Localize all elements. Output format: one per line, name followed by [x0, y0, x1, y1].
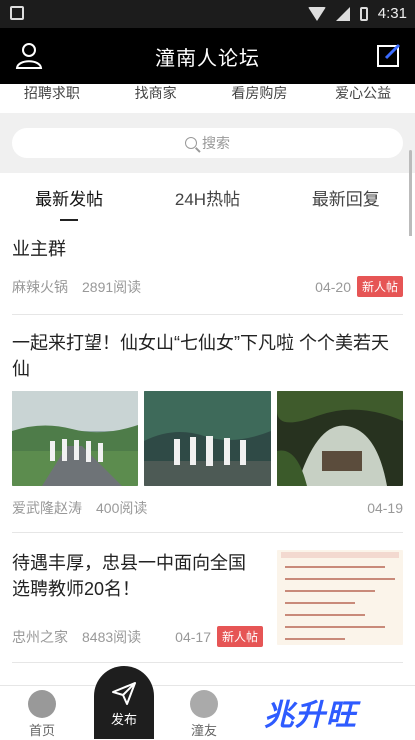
post-date: 04-17 — [175, 628, 211, 645]
notification-icon — [10, 6, 24, 20]
post-item[interactable]: 待遇丰厚，忠县一中面向全国选聘教师20名！ 忠州之家 8483阅读 04-17 … — [0, 550, 415, 650]
new-post-badge: 新人帖 — [216, 626, 263, 647]
category-charity[interactable]: 爱心公益 — [311, 84, 415, 110]
post-meta: 麻辣火锅 2891阅读 04-20 新人帖 — [12, 276, 403, 297]
category-jobs[interactable]: 招聘求职 — [0, 84, 104, 110]
post-image[interactable] — [277, 550, 403, 645]
page-title: 潼南人论坛 — [155, 48, 260, 70]
send-icon — [112, 682, 136, 705]
search-placeholder: 搜索 — [202, 135, 230, 151]
status-time: 4:31 — [377, 5, 407, 22]
search-icon — [185, 137, 197, 149]
nav-home-label: 首页 — [28, 723, 55, 738]
friends-icon — [190, 690, 218, 718]
battery-icon — [359, 6, 368, 21]
post-title[interactable]: 待遇丰厚，忠县一中面向全国选聘教师20名！ — [12, 550, 262, 602]
new-post-badge: 新人帖 — [356, 276, 403, 297]
publish-label: 发布 — [110, 712, 137, 727]
compose-icon[interactable] — [375, 41, 403, 69]
search-input[interactable]: 搜索 — [12, 128, 403, 158]
tab-latest-posts[interactable]: 最新发帖 — [0, 173, 138, 225]
category-housing[interactable]: 看房购房 — [208, 84, 312, 110]
post-image[interactable] — [12, 391, 138, 486]
tab-hot-24h[interactable]: 24H热帖 — [138, 173, 276, 225]
signal-icon — [335, 6, 350, 21]
divider — [12, 662, 403, 663]
divider — [12, 532, 403, 533]
post-reads: 400阅读 — [96, 500, 148, 516]
post-title[interactable]: 业主群 — [12, 236, 403, 262]
nav-friends-label: 潼友 — [190, 723, 217, 738]
post-author[interactable]: 爱武隆赵涛 — [12, 498, 82, 518]
wifi-icon — [307, 6, 326, 21]
category-merchants[interactable]: 找商家 — [104, 84, 208, 110]
tab-latest-replies[interactable]: 最新回复 — [277, 173, 415, 225]
watermark-logo: 兆升旺 — [264, 699, 357, 732]
post-date: 04-20 — [315, 278, 351, 295]
app-header: 潼南人论坛 — [0, 28, 415, 84]
post-item[interactable]: 业主群 麻辣火锅 2891阅读 04-20 新人帖 — [0, 236, 415, 312]
nav-friends[interactable]: 潼友 — [174, 686, 234, 739]
search-area: 搜索 — [0, 113, 415, 173]
publish-button[interactable]: 发布 — [94, 666, 154, 739]
post-title[interactable]: 一起来打望！仙女山“七仙女”下凡啦 个个美若天仙 — [12, 330, 403, 382]
post-author[interactable]: 忠州之家 — [12, 627, 68, 647]
divider — [12, 314, 403, 315]
post-image[interactable] — [144, 391, 271, 486]
post-reads: 2891阅读 — [82, 278, 142, 295]
post-meta: 爱武隆赵涛 400阅读 04-19 — [12, 498, 403, 518]
nav-home[interactable]: 首页 — [12, 686, 72, 739]
post-date: 04-19 — [367, 500, 403, 516]
post-reads: 8483阅读 — [82, 628, 142, 645]
post-author[interactable]: 麻辣火锅 — [12, 277, 68, 297]
home-icon — [28, 690, 56, 718]
feed-tabs: 最新发帖 24H热帖 最新回复 — [0, 173, 415, 225]
post-item[interactable]: 一起来打望！仙女山“七仙女”下凡啦 个个美若天仙 爱武隆赵涛 400阅读 04-… — [0, 330, 415, 530]
post-image[interactable] — [277, 391, 403, 486]
status-bar: 4:31 — [0, 0, 415, 28]
post-meta: 忠州之家 8483阅读 04-17 新人帖 — [12, 626, 263, 647]
category-nav: 招聘求职 找商家 看房购房 爱心公益 — [0, 84, 415, 110]
scrollbar[interactable] — [409, 150, 412, 240]
